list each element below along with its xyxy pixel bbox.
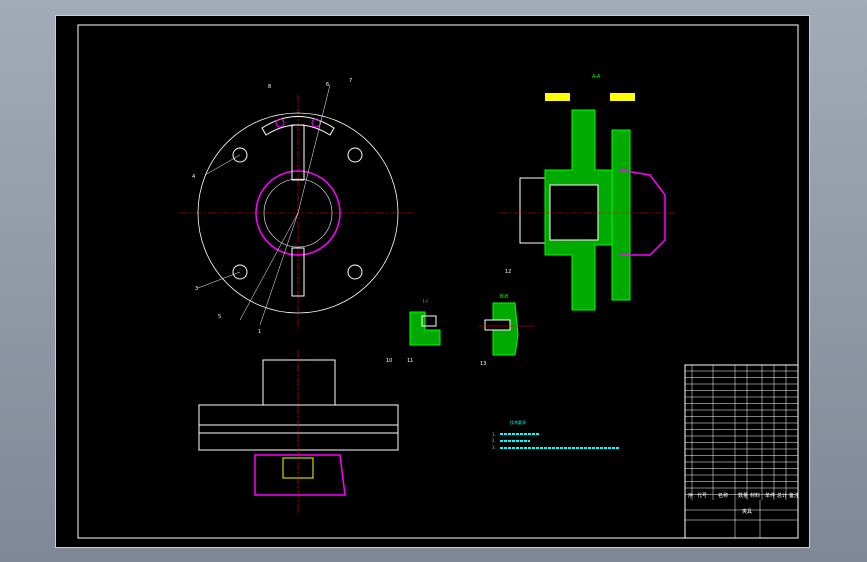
section-view: A-A 12 <box>500 74 675 311</box>
svg-text:技术要求: 技术要求 <box>510 419 526 425</box>
svg-text:A-A: A-A <box>592 74 601 80</box>
svg-text:5: 5 <box>218 314 221 320</box>
svg-text:B-B: B-B <box>500 294 509 300</box>
svg-text:4: 4 <box>192 174 195 180</box>
svg-text:数量: 数量 <box>738 492 748 499</box>
detail-views: I-I 10 11 B-B 13 <box>386 294 535 367</box>
svg-text:11: 11 <box>407 358 413 364</box>
svg-text:名称: 名称 <box>718 492 728 499</box>
front-view <box>198 350 399 515</box>
inner-border <box>77 24 799 539</box>
svg-text:3.: 3. <box>492 445 496 450</box>
svg-text:13: 13 <box>480 361 486 367</box>
svg-text:I-I: I-I <box>423 299 428 305</box>
svg-text:夹具: 夹具 <box>742 508 752 515</box>
svg-text:8: 8 <box>268 84 271 90</box>
svg-text:6: 6 <box>326 82 329 88</box>
technical-requirements: 技术要求 1. 2. 3. <box>492 419 620 450</box>
svg-text:单件: 单件 <box>765 492 775 499</box>
svg-text:7: 7 <box>349 78 352 84</box>
top-view: 8 6 7 4 3 5 1 <box>180 78 415 335</box>
svg-text:10: 10 <box>386 358 392 364</box>
svg-text:3: 3 <box>195 286 198 292</box>
svg-text:代号: 代号 <box>697 492 707 499</box>
svg-text:1: 1 <box>258 329 261 335</box>
svg-text:2.: 2. <box>492 438 496 443</box>
svg-text:材料: 材料 <box>750 492 760 499</box>
svg-text:12: 12 <box>505 269 511 275</box>
svg-text:1.: 1. <box>492 432 496 437</box>
svg-text:总计: 总计 <box>777 492 787 499</box>
svg-text:序: 序 <box>688 492 693 499</box>
svg-text:备注: 备注 <box>789 492 799 499</box>
cad-drawing: 8 6 7 4 3 5 1 A-A 12 I-I 10 11 B-B 13 技术… <box>77 24 799 539</box>
